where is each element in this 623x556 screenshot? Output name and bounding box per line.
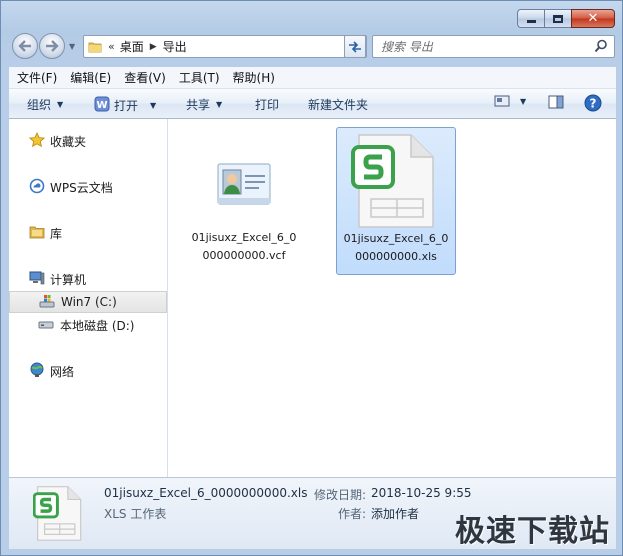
explorer-window: ✕ ▼ « 桌面 ▶ 导出 ▼ 搜索 导出 [0, 0, 623, 556]
preview-pane-icon [548, 95, 564, 109]
organize-label: 组织 [27, 98, 52, 112]
close-icon: ✕ [587, 11, 599, 26]
chevron-down-icon: ▼ [216, 100, 223, 109]
library-icon [29, 224, 45, 243]
sidebar-item-label: 网络 [50, 364, 75, 379]
sidebar-item-label: 本地磁盘 (D:) [60, 318, 135, 333]
close-button[interactable]: ✕ [571, 9, 615, 28]
sidebar-item-favorites[interactable]: 收藏夹 [9, 130, 167, 152]
wps-spreadsheet-icon [33, 486, 82, 541]
navigation-pane: 收藏夹 WPS云文档 库 计算机 Win7 (C:) 本地磁盘 (D:) 网络 [9, 119, 168, 477]
print-button[interactable]: 打印 [255, 96, 279, 113]
command-bar: 组织 ▼ W 打开 ▼ 共享 ▼ 打印 新建文件夹 ▼ ? [9, 89, 616, 119]
sidebar-item-label: 计算机 [50, 272, 87, 287]
network-icon [29, 362, 45, 381]
share-label: 共享 [186, 98, 211, 112]
file-name: 000000000.vcf [202, 249, 286, 262]
search-icon[interactable] [594, 39, 608, 56]
chevron-down-icon: ▼ [520, 96, 527, 106]
menu-help[interactable]: 帮助(H) [233, 69, 275, 86]
sidebar-item-wps-cloud[interactable]: WPS云文档 [9, 176, 167, 198]
cloud-icon [29, 178, 45, 197]
file-name: 01jisuxz_Excel_6_0 [191, 231, 297, 244]
chevron-right-icon[interactable]: ▶ [150, 42, 157, 52]
forward-button[interactable] [39, 33, 65, 59]
arrow-left-icon [18, 40, 31, 52]
sidebar-item-drive-c[interactable]: Win7 (C:) [9, 291, 167, 313]
maximize-button[interactable] [544, 9, 571, 28]
file-list: 01jisuxz_Excel_6_0 000000000.vcf 01jisux… [169, 119, 616, 477]
navigation-row: ▼ « 桌面 ▶ 导出 ▼ 搜索 导出 [9, 33, 617, 61]
sidebar-item-library[interactable]: 库 [9, 222, 167, 244]
computer-icon [29, 270, 45, 289]
sidebar-item-label: 收藏夹 [50, 134, 87, 149]
windows-drive-icon [39, 293, 55, 312]
details-modified-label: 修改日期: [314, 488, 367, 502]
menu-tools[interactable]: 工具(T) [179, 69, 220, 86]
sidebar-item-computer[interactable]: 计算机 [9, 268, 167, 290]
file-name: 01jisuxz_Excel_6_0 [343, 232, 449, 245]
recent-pages-dropdown[interactable]: ▼ [69, 42, 75, 51]
refresh-button[interactable] [344, 35, 366, 58]
details-author-value[interactable]: 添加作者 [371, 505, 419, 522]
breadcrumb-desktop[interactable]: 桌面 [120, 38, 144, 55]
breadcrumb-export[interactable]: 导出 [163, 38, 187, 55]
sidebar-item-network[interactable]: 网络 [9, 360, 167, 382]
wps-app-icon: W [94, 96, 110, 115]
print-label: 打印 [255, 98, 280, 112]
open-button[interactable]: W 打开 ▼ [94, 96, 156, 115]
help-button[interactable]: ? [584, 94, 602, 112]
breadcrumb-overflow[interactable]: « [108, 40, 115, 53]
hard-drive-icon [38, 316, 54, 335]
chevron-down-icon: ▼ [150, 101, 157, 110]
folder-icon [88, 41, 102, 53]
help-icon: ? [584, 94, 602, 112]
sidebar-item-label: Win7 (C:) [61, 295, 117, 309]
refresh-icon [349, 40, 361, 53]
minimize-button[interactable] [517, 9, 544, 28]
share-button[interactable]: 共享 ▼ [186, 96, 222, 113]
file-item-xls[interactable]: 01jisuxz_Excel_6_0 000000000.xls [336, 127, 456, 275]
view-options-button[interactable]: ▼ [494, 94, 526, 108]
details-modified-value: 2018-10-25 9:55 [371, 486, 472, 500]
menu-edit[interactable]: 编辑(E) [70, 69, 111, 86]
new-folder-label: 新建文件夹 [308, 98, 369, 112]
preview-pane-button[interactable] [548, 94, 564, 110]
sidebar-item-label: 库 [50, 226, 63, 241]
search-input[interactable]: 搜索 导出 [372, 35, 615, 58]
maximize-icon [553, 14, 563, 23]
arrow-right-icon [46, 40, 59, 52]
file-item-vcf[interactable]: 01jisuxz_Excel_6_0 000000000.vcf [186, 129, 302, 275]
details-author-label: 作者: [338, 507, 367, 521]
details-pane: 01jisuxz_Excel_6_0000000000.xls XLS 工作表 … [9, 477, 616, 549]
minimize-icon [526, 20, 536, 23]
window-controls: ✕ [517, 9, 615, 28]
sidebar-item-drive-d[interactable]: 本地磁盘 (D:) [9, 314, 167, 336]
svg-text:W: W [96, 100, 107, 111]
view-icon [494, 95, 510, 107]
file-name: 000000000.xls [355, 250, 437, 263]
menu-file[interactable]: 文件(F) [17, 69, 57, 86]
chevron-down-icon: ▼ [57, 100, 64, 109]
new-folder-button[interactable]: 新建文件夹 [308, 96, 368, 113]
wps-spreadsheet-icon [351, 134, 434, 228]
star-icon [28, 131, 46, 151]
details-filename: 01jisuxz_Excel_6_0000000000.xls [104, 486, 308, 500]
back-button[interactable] [12, 33, 38, 59]
menu-bar: 文件(F) 编辑(E) 查看(V) 工具(T) 帮助(H) [9, 67, 616, 89]
menu-view[interactable]: 查看(V) [124, 69, 166, 86]
vcf-contact-icon [217, 163, 271, 205]
svg-text:?: ? [590, 97, 597, 111]
open-label: 打开 [114, 99, 139, 113]
details-filetype: XLS 工作表 [104, 507, 167, 521]
sidebar-item-label: WPS云文档 [50, 180, 113, 195]
content-area: 收藏夹 WPS云文档 库 计算机 Win7 (C:) 本地磁盘 (D:) 网络 … [9, 119, 616, 477]
search-placeholder: 搜索 导出 [381, 40, 433, 54]
watermark: 极速下载站 [455, 514, 610, 549]
address-bar[interactable]: « 桌面 ▶ 导出 ▼ [83, 35, 367, 58]
organize-button[interactable]: 组织 ▼ [27, 96, 63, 113]
